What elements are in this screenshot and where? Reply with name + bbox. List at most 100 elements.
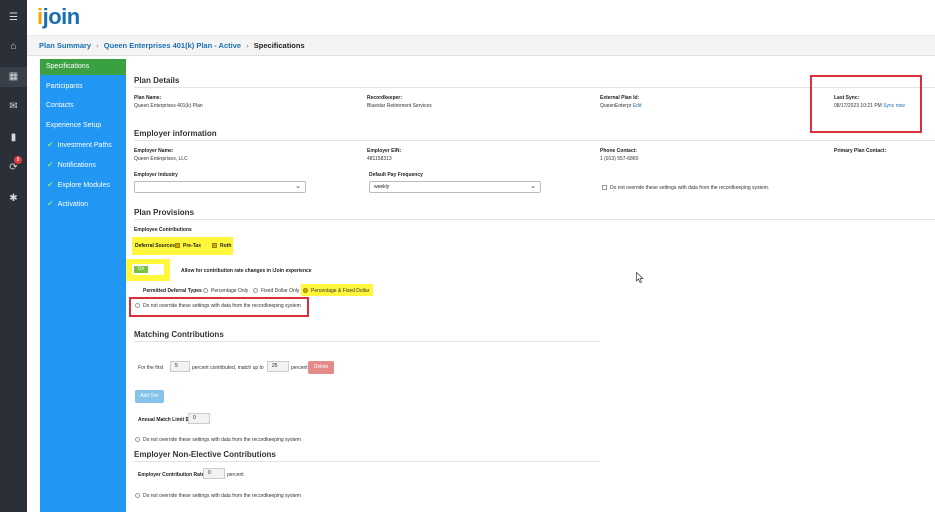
for-first-label: For the first (138, 365, 164, 371)
roth-label: Roth (220, 243, 232, 249)
employer-contribution-rate-input[interactable]: 0 (203, 468, 225, 479)
radio-percentage-only[interactable] (203, 288, 208, 293)
home-icon[interactable]: ⌂ (0, 37, 27, 57)
employee-contributions-title: Employee Contributions (134, 227, 192, 233)
check-icon: ✔ (47, 140, 54, 149)
breadcrumb-current: Specifications (253, 41, 305, 50)
industry-select[interactable]: ⌄ (134, 181, 306, 193)
section-title-plan-provisions: Plan Provisions (134, 208, 195, 217)
subnav-label: Activation (57, 201, 89, 208)
check-icon: ✔ (47, 160, 54, 169)
pretax-label: Pre-Tax (183, 243, 201, 249)
menu-icon[interactable]: ☰ (0, 8, 27, 28)
left-rail: ☰ ⌂ ▦ ✉ ▮ ⟳ 8 ✱ (0, 0, 27, 512)
pay-frequency-label: Default Pay Frequency (369, 172, 423, 178)
subnav-item-experience-setup[interactable]: Experience Setup (40, 118, 126, 134)
subnav-item-activation[interactable]: ✔ Activation (40, 196, 126, 212)
provisions-override-checkbox[interactable] (135, 303, 140, 308)
subnav-label: Investment Paths (57, 142, 112, 149)
industry-label: Employer Industry (134, 172, 178, 178)
breadcrumb: Plan Summary › Queen Enterprises 401(k) … (27, 36, 935, 56)
external-plan-id-value: QueenEnterpr Edit (600, 103, 641, 109)
subnav-label: Specifications (46, 63, 90, 70)
radio-fixed-dollar-only[interactable] (253, 288, 258, 293)
breadcrumb-separator: › (96, 41, 99, 50)
check-icon: ✔ (47, 199, 54, 208)
deferral-sources-label: Deferral Sources (135, 243, 176, 249)
external-plan-id-label: External Plan Id: (600, 95, 640, 101)
add-tier-button[interactable]: Add Tier (135, 390, 164, 403)
delete-tier-button[interactable]: Delete (308, 361, 334, 374)
subnav-item-contacts[interactable]: Contacts (40, 98, 126, 114)
annual-match-limit-input[interactable]: 0 (188, 413, 210, 424)
chart-icon[interactable]: ▮ (0, 128, 27, 148)
recordkeeper-label: Recordkeeper: (367, 95, 403, 101)
divider (134, 341, 600, 342)
subnav-label: Notifications (57, 162, 96, 169)
employer-override-label: Do not override these settings with data… (610, 185, 770, 191)
subnav-item-participants[interactable]: Participants (40, 79, 126, 95)
roth-checkbox[interactable] (212, 243, 217, 248)
chevron-down-icon: ⌄ (530, 183, 536, 190)
divider (134, 219, 935, 220)
gear-icon[interactable]: ✱ (0, 189, 27, 209)
subnav-item-specifications[interactable]: Specifications (40, 59, 126, 75)
ijoin-logo[interactable]: ijoin (37, 4, 80, 30)
match-text-label: percent contributed, match up to (192, 365, 264, 371)
plan-name-label: Plan Name: (134, 95, 162, 101)
subnav-label: Contacts (46, 102, 74, 109)
first-percent-input[interactable]: 5 (170, 361, 190, 372)
subnav-label: Explore Modules (57, 182, 110, 189)
grid-icon[interactable]: ▦ (0, 67, 27, 87)
mail-icon[interactable]: ✉ (0, 97, 27, 117)
employer-ein-value: 481158313 (367, 156, 392, 162)
section-title-non-elective: Employer Non-Elective Contributions (134, 450, 276, 459)
contribution-rate-toggle[interactable]: On (132, 264, 164, 275)
phone-contact-value: 1 (913) 557-6860 (600, 156, 639, 162)
section-title-matching: Matching Contributions (134, 330, 224, 339)
provisions-override-label: Do not override these settings with data… (143, 303, 301, 309)
employer-name-value: Queen Enterprises, LLC (134, 156, 188, 162)
radio-percentage-fixed[interactable] (303, 288, 308, 293)
subnav-item-investment-paths[interactable]: ✔ Investment Paths (40, 137, 126, 153)
matching-override-checkbox[interactable] (135, 437, 140, 442)
percentage-only-label: Percentage Only (211, 288, 249, 294)
breadcrumb-plan[interactable]: Queen Enterprises 401(k) Plan - Active (104, 41, 241, 50)
subnav-label: Participants (46, 83, 83, 90)
non-elective-override-label: Do not override these settings with data… (143, 493, 301, 499)
non-elective-override-checkbox[interactable] (135, 493, 140, 498)
notification-icon[interactable]: ⟳ 8 (0, 156, 27, 178)
percent-label: percent (291, 365, 308, 371)
pay-frequency-value: weekly (374, 184, 390, 190)
pay-frequency-select[interactable]: weekly ⌄ (369, 181, 541, 193)
divider (134, 140, 935, 141)
plan-subnav: Specifications Participants Contacts Exp… (40, 59, 126, 512)
recordkeeper-value: Bluestar Retirement Services (367, 103, 432, 109)
section-title-employer: Employer information (134, 129, 217, 138)
fixed-dollar-only-label: Fixed Dollar Only (261, 288, 300, 294)
phone-contact-label: Phone Contact: (600, 148, 637, 154)
plan-name-value: Queen Enterprises 401(k) Plan (134, 103, 203, 109)
subnav-item-explore-modules[interactable]: ✔ Explore Modules (40, 177, 126, 193)
allow-rate-changes-label: Allow for contribution rate changes in i… (181, 268, 312, 274)
subnav-label: Experience Setup (46, 122, 102, 129)
annual-match-limit-label: Annual Match Limit $ (138, 417, 189, 423)
breadcrumb-separator: › (246, 41, 249, 50)
divider (134, 461, 600, 462)
primary-contact-label: Primary Plan Contact: (834, 148, 887, 154)
non-elective-percent-label: percent (227, 472, 244, 478)
main-content: Plan Details Plan Name: Queen Enterprise… (126, 59, 935, 512)
employer-contribution-rate-label: Employer Contribution Rate (138, 472, 205, 478)
edit-external-id-link[interactable]: Edit (633, 103, 642, 109)
notification-badge: 8 (14, 156, 22, 164)
matching-override-label: Do not override these settings with data… (143, 437, 301, 443)
breadcrumb-plan-summary[interactable]: Plan Summary (39, 41, 91, 50)
employer-override-checkbox[interactable] (602, 185, 607, 190)
employer-name-label: Employer Name: (134, 148, 174, 154)
pretax-checkbox[interactable] (175, 243, 180, 248)
match-up-to-input[interactable]: 25 (267, 361, 289, 372)
percentage-fixed-label: Percentage & Fixed Dollar (311, 288, 370, 294)
app-header: ijoin (27, 0, 935, 36)
annotation-box-last-sync (810, 75, 922, 133)
subnav-item-notifications[interactable]: ✔ Notifications (40, 157, 126, 173)
